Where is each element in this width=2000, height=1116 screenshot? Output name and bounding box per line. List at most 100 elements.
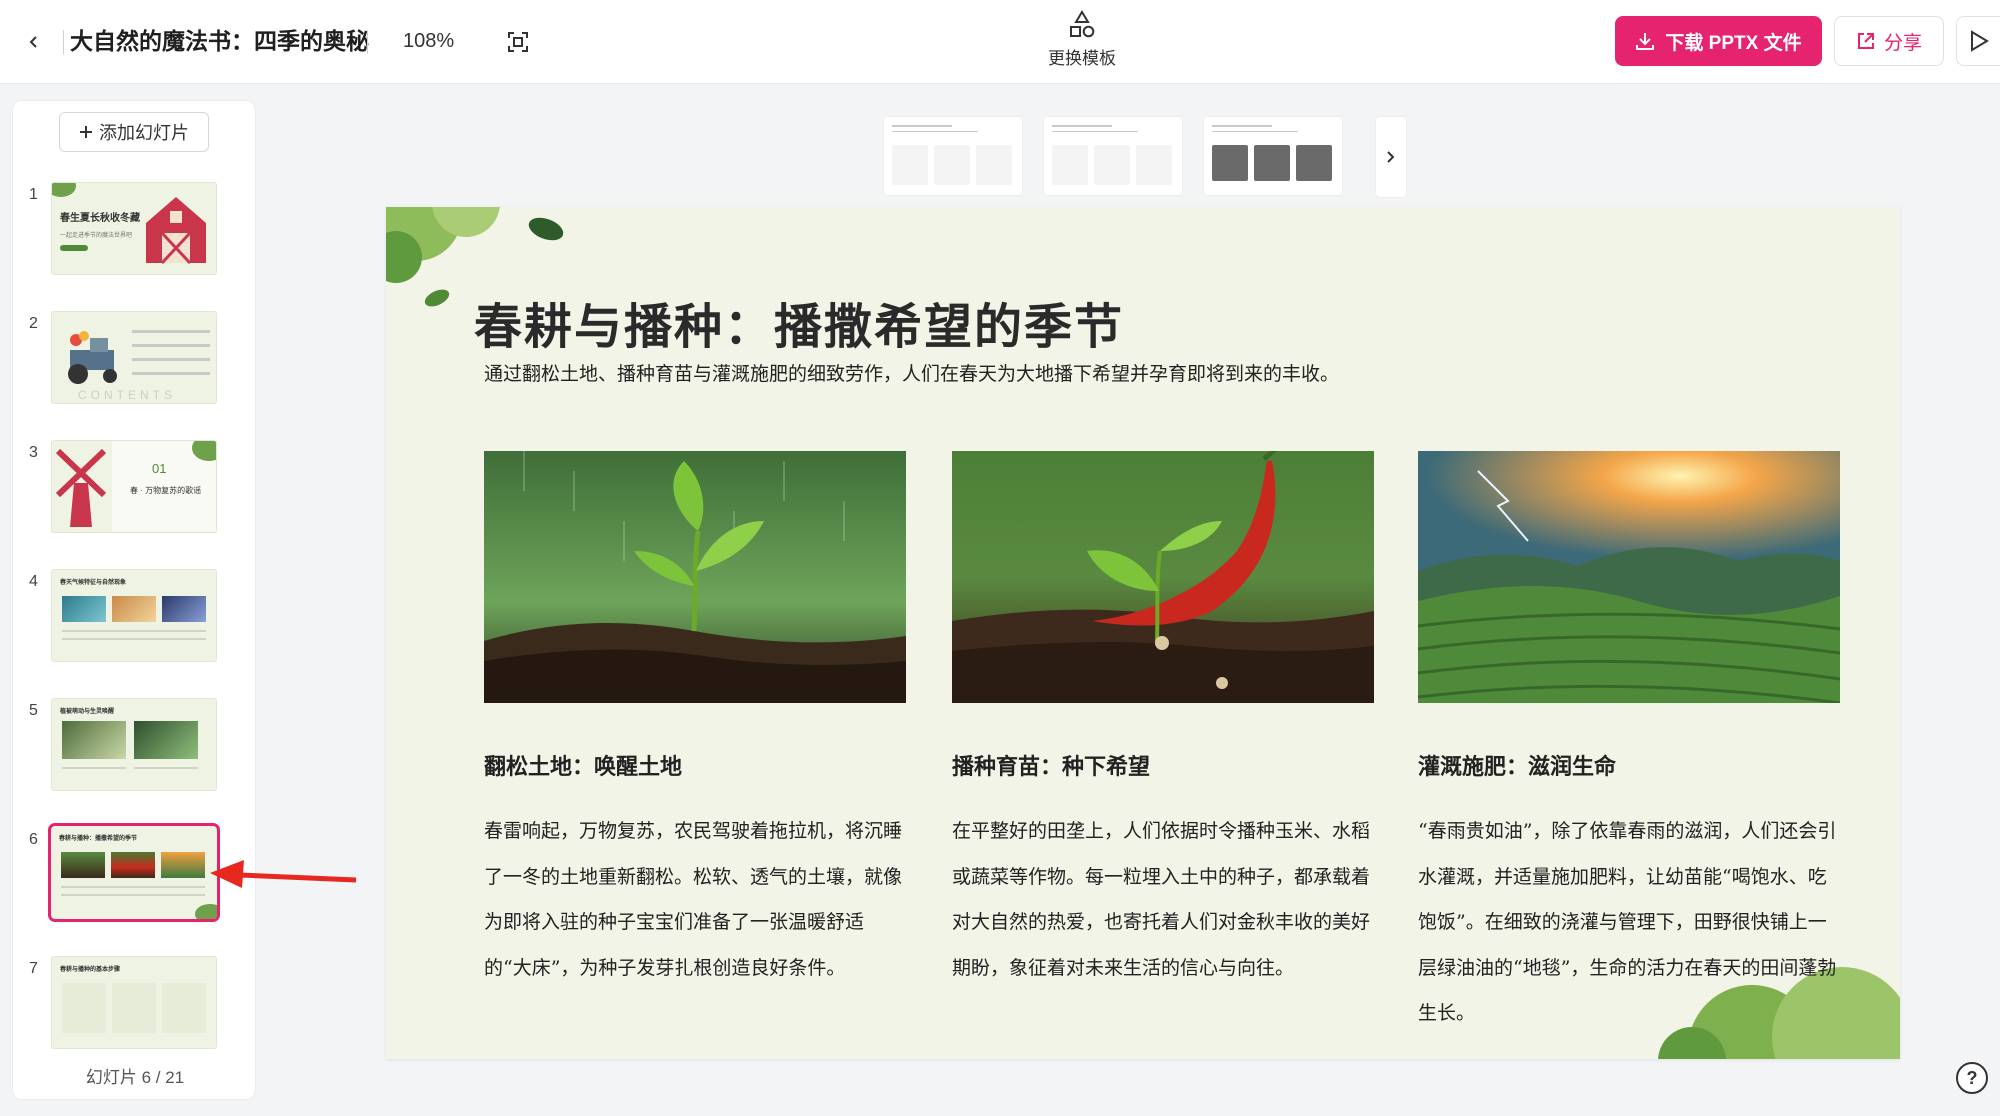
placeholder-line [1052, 125, 1112, 127]
leaf-decoration [52, 183, 76, 197]
slide-thumbnail[interactable]: 01 春 · 万物复苏的歌谣 [51, 440, 217, 533]
placeholder-line [892, 131, 978, 132]
layout-card [1296, 145, 1332, 181]
layout-card [892, 145, 928, 185]
slide-title[interactable]: 春耕与播种：播撒希望的季节 [474, 287, 1124, 357]
thumbnail-title: 春天气候特征与自然现象 [60, 580, 127, 586]
back-button[interactable] [18, 26, 50, 58]
layout-options-strip [884, 117, 1406, 197]
download-icon [1636, 33, 1655, 50]
change-template-label: 更换模板 [1048, 49, 1116, 68]
slide-thumbnail[interactable]: CONTENTS [51, 311, 217, 404]
placeholder-line [62, 638, 206, 640]
slide-thumbnail-row[interactable]: 7 春耕与播种的基本步骤 [13, 956, 255, 1066]
content-column: 灌溉施肥：滋润生命 “春雨贵如油”，除了依靠春雨的滋润，人们还会引水灌溉，并适量… [1418, 451, 1840, 1037]
chevron-right-icon [1387, 151, 1395, 163]
download-pptx-button[interactable]: 下载 PPTX 文件 [1615, 16, 1822, 66]
seedling-photo[interactable] [484, 451, 906, 703]
slide-thumbnail[interactable]: 春生夏长秋收冬藏 一起走进季节的魔法世界吧 [51, 182, 217, 275]
layout-card [1212, 145, 1248, 181]
slide-thumbnail-row[interactable]: 2 CONTENTS [13, 311, 255, 421]
column-body[interactable]: 春雷响起，万物复苏，农民驾驶着拖拉机，将沉睡了一冬的土地重新翻松。松软、透气的土… [484, 809, 906, 991]
thumbnail-subtitle: 一起走进季节的魔法世界吧 [60, 233, 133, 239]
slide-thumbnail-row[interactable]: 4 春天气候特征与自然现象 [13, 569, 255, 679]
divider [63, 30, 64, 54]
column-body[interactable]: “春雨贵如油”，除了依靠春雨的滋润，人们还会引水灌溉，并适量施加肥料，让幼苗能“… [1418, 809, 1840, 1037]
slide-thumbnail[interactable]: 植被萌动与生灵唤醒 [51, 698, 217, 791]
present-button[interactable] [1956, 16, 2000, 66]
slide-thumbnail-row[interactable]: 1 春生夏长秋收冬藏 一起走进季节的魔法世界吧 [13, 182, 255, 292]
thumbnail-photo [161, 852, 205, 878]
layout-option[interactable] [884, 117, 1022, 195]
fit-screen-button[interactable] [502, 26, 534, 58]
placeholder-line [1052, 131, 1138, 132]
thumbnail-photo [62, 721, 126, 759]
slide-counter: 幻灯片 6 / 21 [85, 1068, 185, 1087]
slide-thumbnail[interactable]: 春耕与播种的基本步骤 [51, 956, 217, 1049]
share-button[interactable]: 分享 [1834, 16, 1944, 66]
slide-number: 4 [29, 573, 38, 590]
divider [367, 30, 368, 54]
fit-screen-icon [508, 32, 528, 52]
column-heading[interactable]: 灌溉施肥：滋润生命 [1418, 749, 1840, 781]
barn-illustration [146, 197, 206, 265]
help-button[interactable]: ? [1956, 1062, 1988, 1094]
layout-option[interactable] [1204, 117, 1342, 195]
tractor-illustration [68, 331, 117, 384]
thumbnail-photo [62, 596, 106, 622]
placeholder-line [132, 358, 210, 361]
layout-card [1094, 145, 1130, 185]
placeholder-line [61, 894, 205, 896]
column-heading[interactable]: 翻松土地：唤醒土地 [484, 749, 906, 781]
share-label: 分享 [1883, 32, 1922, 54]
document-title[interactable]: 大自然的魔法书：四季的奥秘 [70, 24, 369, 58]
section-number: 01 [152, 461, 167, 476]
layout-card [1254, 145, 1290, 181]
slide-thumbnail[interactable]: 春天气候特征与自然现象 [51, 569, 217, 662]
thumbnail-card [162, 983, 206, 1033]
change-template-button[interactable]: 更换模板 [1040, 10, 1124, 74]
placeholder-line [132, 344, 210, 347]
placeholder-line [62, 630, 206, 632]
placeholder-line [132, 372, 210, 375]
help-icon: ? [1966, 1067, 1978, 1088]
add-slide-button[interactable]: 添加幻灯片 [59, 112, 209, 152]
chevron-left-icon [29, 36, 37, 48]
slide-thumbnail-row[interactable]: 3 01 春 · 万物复苏的歌谣 [13, 440, 255, 550]
chili-seedling-photo[interactable] [952, 451, 1374, 703]
thumbnail-title: 春耕与播种：播撒希望的季节 [59, 836, 138, 842]
layout-next-button[interactable] [1376, 117, 1406, 197]
add-slide-label: 添加幻灯片 [99, 123, 189, 143]
slide-number: 7 [29, 960, 38, 977]
thumbnail-title: 植被萌动与生灵唤醒 [60, 709, 115, 715]
layout-card [1052, 145, 1088, 185]
slide-thumbnail-row[interactable]: 5 植被萌动与生灵唤醒 [13, 698, 255, 808]
placeholder-line [892, 125, 952, 127]
slide-canvas[interactable]: 春耕与播种：播撒希望的季节 通过翻松土地、播种育苗与灌溉施肥的细致劳作，人们在春… [386, 207, 1900, 1059]
leaf-decoration-small [424, 289, 450, 307]
annotation-arrow [210, 860, 357, 888]
layout-card [976, 145, 1012, 185]
top-bar: 大自然的魔法书：四季的奥秘 108% 更换模板 下载 PPTX 文件 分享 [0, 0, 2000, 84]
slide-number: 2 [29, 315, 38, 332]
placeholder-line [62, 767, 126, 769]
thumbnail-photo [111, 852, 155, 878]
zoom-level[interactable]: 108% [403, 26, 454, 56]
thumbnail-photo [134, 721, 198, 759]
slide-number: 1 [29, 186, 38, 203]
share-icon [1857, 33, 1874, 49]
thumbnail-photo [61, 852, 105, 878]
plus-icon [80, 126, 92, 138]
slide-number: 6 [29, 831, 38, 848]
thumbnail-photo [112, 596, 156, 622]
thumbnail-watermark: CONTENTS [78, 388, 176, 402]
layout-option[interactable] [1044, 117, 1182, 195]
play-icon [1970, 30, 1989, 52]
tea-field-storm-photo[interactable] [1418, 451, 1840, 703]
column-body[interactable]: 在平整好的田垄上，人们依据时令播种玉米、水稻或蔬菜等作物。每一粒埋入土中的种子，… [952, 809, 1374, 991]
content-column: 翻松土地：唤醒土地 春雷响起，万物复苏，农民驾驶着拖拉机，将沉睡了一冬的土地重新… [484, 451, 906, 991]
column-heading[interactable]: 播种育苗：种下希望 [952, 749, 1374, 781]
slide-thumbnail-active[interactable]: 春耕与播种：播撒希望的季节 [48, 823, 220, 922]
layout-card [934, 145, 970, 185]
slide-subtitle[interactable]: 通过翻松土地、播种育苗与灌溉施肥的细致劳作，人们在春天为大地播下希望并孕育即将到… [484, 359, 1339, 386]
